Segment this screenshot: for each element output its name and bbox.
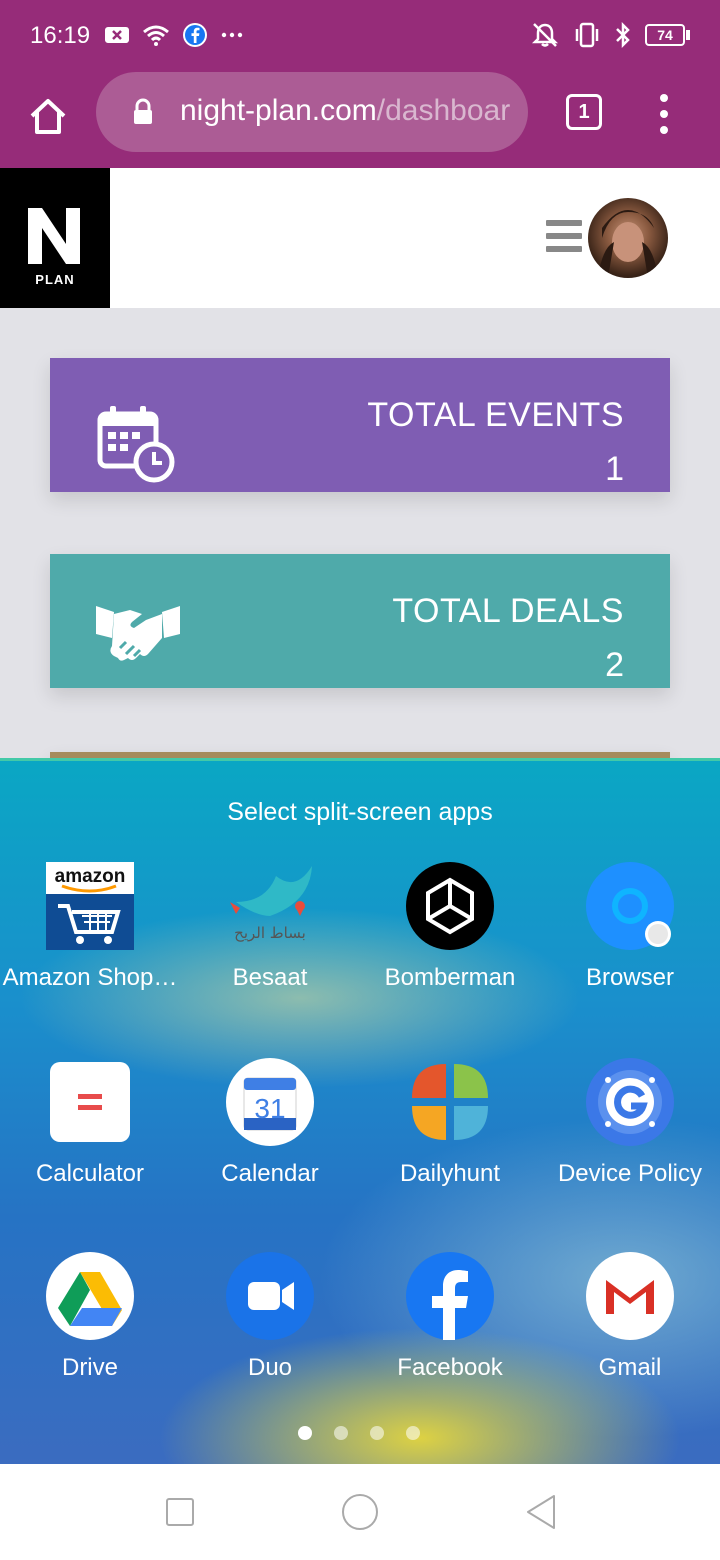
bluetooth-icon xyxy=(616,22,630,48)
notification-icon xyxy=(105,27,129,43)
page-indicator xyxy=(298,1426,420,1440)
logo-text: PLAN xyxy=(35,272,75,287)
app-label: Amazon Shop… xyxy=(2,964,178,991)
total-deals-title: TOTAL DEALS xyxy=(392,592,624,630)
wifi-icon xyxy=(143,25,169,46)
calendar-day-text: 31 xyxy=(254,1093,285,1124)
calculator-icon xyxy=(46,1058,134,1146)
handshake-icon xyxy=(96,606,180,661)
browser-icon xyxy=(586,862,674,950)
logo-n-icon xyxy=(28,208,80,264)
total-deals-value: 2 xyxy=(605,646,624,684)
home-nav-button[interactable] xyxy=(342,1494,378,1530)
url-path: /dashboard xyxy=(376,94,510,127)
device-policy-icon xyxy=(586,1058,674,1146)
page-dot[interactable] xyxy=(370,1426,384,1440)
page-dot[interactable] xyxy=(406,1426,420,1440)
app-label: Device Policy xyxy=(557,1160,703,1187)
address-bar[interactable]: night-plan.com/dashboard xyxy=(96,72,528,152)
lock-icon xyxy=(134,98,152,124)
duo-icon xyxy=(226,1252,314,1340)
tab-switcher-button[interactable]: 1 xyxy=(566,94,602,130)
total-events-value: 1 xyxy=(605,450,624,488)
app-facebook[interactable]: Facebook xyxy=(360,1252,540,1382)
app-label: Duo xyxy=(247,1354,293,1381)
avatar-image xyxy=(598,210,658,278)
status-time: 16:19 xyxy=(30,22,91,49)
app-label: Calculator xyxy=(35,1160,145,1187)
amazon-logo-text: amazon xyxy=(55,866,126,887)
recents-button[interactable] xyxy=(166,1498,194,1526)
total-events-title: TOTAL EVENTS xyxy=(367,396,624,434)
calendar-icon: 31 xyxy=(226,1058,314,1146)
app-label: Browser xyxy=(585,964,675,991)
amazon-icon: amazon xyxy=(46,862,134,950)
home-button[interactable] xyxy=(26,94,70,138)
status-left-icons xyxy=(104,22,244,48)
app-calendar[interactable]: 31 Calendar xyxy=(180,1058,360,1188)
app-bomberman[interactable]: Bomberman xyxy=(360,862,540,992)
site-logo[interactable]: PLAN xyxy=(0,168,110,308)
app-label: Facebook xyxy=(397,1354,503,1381)
app-browser[interactable]: Browser xyxy=(540,862,720,992)
page-dot-active[interactable] xyxy=(298,1426,312,1440)
app-label: Dailyhunt xyxy=(399,1160,501,1187)
app-calculator[interactable]: Calculator xyxy=(0,1058,180,1188)
app-gmail[interactable]: Gmail xyxy=(540,1252,720,1382)
mute-icon xyxy=(531,23,559,47)
battery-level: 74 xyxy=(645,24,685,46)
app-amazon-shopping[interactable]: amazon Amazon Shop… xyxy=(0,862,180,992)
app-label: Calendar xyxy=(221,1160,319,1187)
url-domain: night-plan.com xyxy=(180,94,377,127)
gmail-icon xyxy=(586,1252,674,1340)
split-screen-app-picker: Select split-screen apps amazon Amazon S… xyxy=(0,758,720,1464)
browser-toolbar: night-plan.com/dashboard 1 xyxy=(0,72,720,168)
system-navigation-bar xyxy=(0,1464,720,1560)
app-duo[interactable]: Duo xyxy=(180,1252,360,1382)
app-label: Drive xyxy=(61,1354,118,1381)
facebook-icon xyxy=(406,1252,494,1340)
besaat-icon: بساط الريح xyxy=(226,862,314,950)
site-header: PLAN xyxy=(0,168,720,308)
app-drive[interactable]: Drive xyxy=(0,1252,180,1382)
page-dot[interactable] xyxy=(334,1426,348,1440)
battery-icon: 74 xyxy=(645,24,690,46)
dailyhunt-icon xyxy=(406,1058,494,1146)
status-right-icons: 74 xyxy=(531,22,690,48)
back-icon[interactable] xyxy=(524,1494,558,1530)
app-device-policy[interactable]: Device Policy xyxy=(540,1058,720,1188)
app-besaat[interactable]: بساط الريح Besaat xyxy=(180,862,360,992)
hamburger-menu-icon[interactable] xyxy=(546,220,582,252)
home-icon xyxy=(30,99,66,134)
app-label: Besaat xyxy=(232,964,308,991)
app-dailyhunt[interactable]: Dailyhunt xyxy=(360,1058,540,1188)
url-text: night-plan.com/dashboard xyxy=(180,94,510,128)
avatar[interactable] xyxy=(588,198,668,278)
split-screen-title: Select split-screen apps xyxy=(227,798,493,826)
total-events-card[interactable]: TOTAL EVENTS 1 xyxy=(50,358,670,492)
status-bar: 16:19 74 xyxy=(0,0,720,72)
more-notifications-icon xyxy=(221,32,243,38)
vibrate-icon xyxy=(575,22,599,48)
browser-menu-button[interactable] xyxy=(654,94,674,134)
facebook-notification-icon xyxy=(183,23,207,47)
more-vert-icon xyxy=(660,94,668,102)
besaat-logo-text: بساط الريح xyxy=(234,924,306,942)
unity-icon xyxy=(406,862,494,950)
app-label: Bomberman xyxy=(384,964,516,991)
calendar-clock-icon xyxy=(97,406,175,483)
drive-icon xyxy=(46,1252,134,1340)
total-deals-card[interactable]: TOTAL DEALS 2 xyxy=(50,554,670,688)
app-label: Gmail xyxy=(598,1354,662,1381)
